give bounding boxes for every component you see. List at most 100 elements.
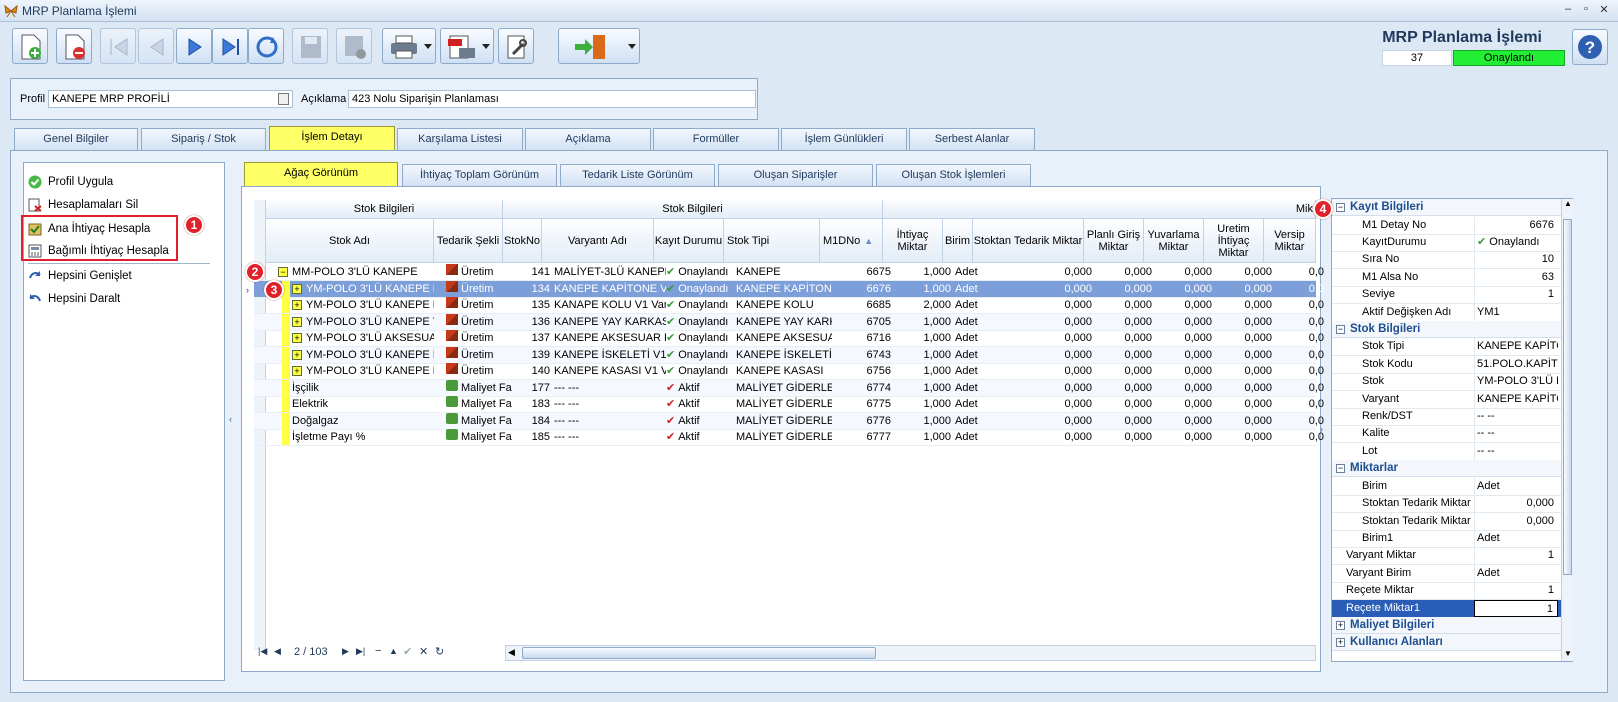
tab-karsilama-listesi[interactable]: Karşılama Listesi (397, 128, 523, 150)
refresh-button[interactable] (248, 28, 284, 64)
property-row[interactable]: Varyant Miktar 1 (1332, 547, 1572, 566)
horizontal-scrollbar[interactable]: ◀ (505, 645, 1316, 661)
property-row[interactable]: M1 Detay No 6676 (1332, 216, 1572, 235)
property-value-cell[interactable]: ✔ Onaylandı (1474, 233, 1558, 251)
property-section-header[interactable]: − Miktarlar (1332, 460, 1572, 478)
exit-button[interactable] (558, 28, 640, 64)
tab-serbest-alanlar[interactable]: Serbest Alanlar (909, 128, 1035, 150)
column-header[interactable]: Stok Adı (266, 219, 434, 263)
column-header[interactable]: Versip Miktar (1264, 219, 1316, 263)
close-icon[interactable]: ✕ (1596, 3, 1612, 17)
property-row[interactable]: Stoktan Tedarik Miktar 0,000 (1332, 495, 1572, 514)
column-header[interactable]: Uretim İhtiyaç Miktar (1204, 219, 1264, 263)
table-row[interactable]: YM-POLO 3'LÜ KANEPE KOL Üretim 135 KANAPE K… (254, 297, 1324, 314)
property-row[interactable]: M1 Alsa No 63 (1332, 268, 1572, 287)
table-row[interactable]: Doğalgaz Maliyet Fa 184 --- --- ✔ Aktif MALİYE… (254, 412, 1324, 430)
save-close-button[interactable] (336, 28, 372, 64)
minimize-icon[interactable]: – (1560, 3, 1576, 17)
collapse-section-icon[interactable]: − (1336, 203, 1345, 212)
scroll-thumb[interactable] (522, 647, 876, 659)
next-record-button[interactable] (176, 28, 212, 64)
column-header[interactable]: Planlı Giriş Miktar (1084, 219, 1144, 263)
property-row[interactable]: Seviye 1 (1332, 286, 1572, 305)
property-value-cell[interactable]: KANEPE KAPİTON (1474, 390, 1558, 408)
last-record-button[interactable] (212, 28, 248, 64)
profil-uygula-action[interactable]: Profil Uygula (24, 171, 224, 193)
table-row[interactable]: YM-POLO 3'LÜ KANEPE KAS Üretim 140 KANEPE K… (254, 363, 1324, 380)
property-value-cell[interactable]: -- -- (1474, 442, 1558, 460)
expand-node-icon[interactable]: + (292, 366, 302, 376)
move-up-icon[interactable]: ▲ (389, 646, 398, 656)
table-row[interactable]: İşçilik Maliyet Fa 177 --- --- ✔ Aktif MALİYET… (254, 379, 1324, 397)
cancel-icon[interactable]: ✕ (419, 645, 428, 658)
column-header[interactable]: Stok Tipi (724, 219, 820, 263)
property-value-cell[interactable]: 10 (1474, 251, 1558, 269)
table-row[interactable]: YM-POLO 3'LÜ KANEPE KAP Üretim 134 KANEPE K… (246, 280, 1324, 298)
expand-node-icon[interactable]: + (292, 333, 302, 343)
settings-button[interactable] (498, 28, 534, 64)
table-row[interactable]: MM-POLO 3'LÜ KANEPE Üretim 141 MALİYET-3LÜ … (254, 264, 1324, 281)
expand-node-icon[interactable]: + (292, 349, 302, 360)
column-header[interactable]: Tedarik Şekli (434, 219, 503, 263)
column-header[interactable]: Birim (943, 219, 973, 263)
hepsini-genislet-action[interactable]: Hepsini Genişlet (24, 265, 224, 287)
property-value-cell[interactable]: Adet (1474, 564, 1558, 582)
property-row[interactable]: Stok Tipi KANEPE KAPİTON (1332, 338, 1572, 357)
subtab-tedarik-liste[interactable]: Tedarik Liste Görünüm (560, 164, 715, 186)
property-value-cell[interactable]: 1 (1474, 582, 1558, 600)
table-row[interactable]: Elektrik Maliyet Fa 183 --- --- ✔ Aktif MALİYE… (254, 396, 1324, 413)
table-row[interactable]: İşletme Payı % Maliyet Fa 185 --- --- ✔ Aktif… (254, 429, 1324, 446)
property-row[interactable]: Aktif Değişken Adı YM1 (1332, 303, 1572, 322)
column-header[interactable]: Stoktan Tedarik Miktar (973, 219, 1084, 263)
profile-input[interactable]: KANEPE MRP PROFİLİ (48, 90, 293, 108)
property-section-header[interactable]: + Kullanıcı Alanları (1332, 634, 1572, 652)
property-value-cell[interactable]: YM-POLO 3'LÜ KA (1474, 373, 1558, 391)
delete-record-button[interactable] (56, 28, 92, 64)
collapse-section-icon[interactable]: − (1336, 324, 1345, 334)
column-header[interactable]: StokNo (503, 219, 542, 263)
property-row[interactable]: Reçete Miktar1 1 (1332, 599, 1572, 618)
vertical-scrollbar[interactable]: ▲ ▼ (1561, 199, 1573, 661)
property-row[interactable]: Varyant Birim Adet (1332, 564, 1572, 583)
tab-islem-detayi[interactable]: İşlem Detayı (269, 126, 395, 151)
table-row[interactable]: YM-POLO 3'LÜ KANEPE İSKE Üretim 139 KANEPE … (254, 346, 1324, 364)
property-row[interactable]: Stok Kodu 51.POLO.KAPİTO (1332, 355, 1572, 374)
column-header[interactable]: M1DNo ▲ (820, 219, 883, 263)
property-row[interactable]: Stok YM-POLO 3'LÜ KA (1332, 373, 1572, 392)
save-button[interactable] (292, 28, 328, 64)
scroll-left-icon[interactable]: ◀ (508, 647, 515, 658)
column-header[interactable]: Kayıt Durumu (654, 219, 724, 263)
property-row[interactable]: Birim Adet (1332, 477, 1572, 496)
subtab-olusan-stok-islemleri[interactable]: Oluşan Stok İşlemleri (876, 164, 1031, 186)
property-row[interactable]: Sıra No 10 (1332, 251, 1572, 270)
property-row[interactable]: Stoktan Tedarik Miktar 0,000 (1332, 512, 1572, 531)
splitter-arrow-right-icon[interactable]: › (1320, 424, 1323, 434)
description-input[interactable]: 423 Nolu Siparişin Planlaması (348, 90, 756, 108)
property-value-cell[interactable]: Adet (1474, 477, 1558, 495)
tab-genel-bilgiler[interactable]: Genel Bilgiler (14, 128, 138, 150)
last-page-icon[interactable]: ▶| (356, 646, 365, 657)
expand-section-icon[interactable]: + (1336, 620, 1345, 630)
property-value-cell[interactable]: KANEPE KAPİTON (1474, 338, 1558, 356)
property-section-header[interactable]: − Stok Bilgileri (1332, 320, 1572, 338)
property-value-cell[interactable]: 63 (1474, 268, 1558, 286)
property-value-cell[interactable]: 0,000 (1474, 495, 1558, 513)
collapse-node-icon[interactable]: − (278, 267, 288, 277)
property-value-cell[interactable]: 6676 (1474, 216, 1558, 234)
property-value-cell[interactable]: 1 (1474, 547, 1558, 565)
refresh-small-icon[interactable]: ↻ (435, 645, 444, 658)
subtab-ihtiyac-toplam[interactable]: İhtiyaç Toplam Görünüm (402, 164, 557, 186)
pdf-export-button[interactable] (440, 28, 494, 64)
property-value-cell[interactable]: 1 (1474, 286, 1558, 304)
expand-node-icon[interactable]: + (292, 300, 302, 310)
column-header[interactable]: Varyantı Adı (542, 219, 654, 263)
property-row[interactable]: KayıtDurumu ✔ Onaylandı (1332, 233, 1572, 252)
column-header[interactable]: Yuvarlama Miktar (1144, 219, 1204, 263)
hepsini-daralt-action[interactable]: Hepsini Daralt (24, 288, 224, 310)
first-page-icon[interactable]: |◀ (258, 646, 267, 657)
property-section-header[interactable]: + Maliyet Bilgileri (1332, 616, 1572, 634)
previous-record-button[interactable] (138, 28, 174, 64)
property-value-cell[interactable]: YM1 (1474, 303, 1558, 321)
bagimli-ihtiyac-hesapla-action[interactable]: Bağımlı İhtiyaç Hesapla (24, 240, 224, 262)
help-button[interactable]: ? (1572, 29, 1608, 65)
